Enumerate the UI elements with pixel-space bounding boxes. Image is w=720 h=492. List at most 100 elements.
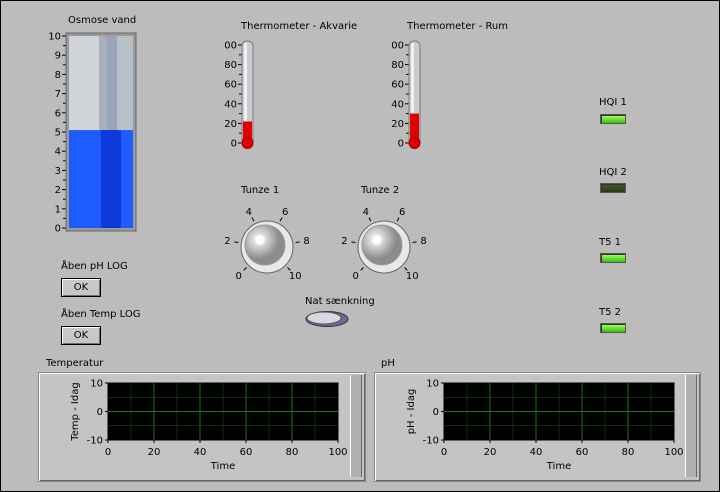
graph_ph-xtick-label: 100 — [664, 447, 683, 458]
graph_temp-xtick-label: 40 — [194, 447, 207, 458]
graph_ph-xtick-label: 80 — [622, 447, 635, 458]
thermo_rum-tick-label: 40 — [391, 99, 404, 110]
tunze2-tick — [396, 217, 400, 222]
graph_ph-xtick-label: 60 — [576, 447, 589, 458]
thermo_akvarie-tick-label: 60 — [224, 80, 237, 91]
osmose-tick-label: 2 — [55, 185, 61, 196]
thermo-akvarie: 100 80 60 40 20 0 — [223, 40, 254, 150]
graph_ph-ytick-label: 0 — [433, 407, 439, 418]
graph_temp-xtick-label: 20 — [148, 447, 161, 458]
osmose-title: Osmose vand — [68, 15, 137, 26]
tunze2-tick-label: 2 — [341, 236, 347, 247]
graph-ph-title: pH — [381, 358, 395, 369]
tunze1-knob[interactable]: 0 2 4 6 8 10 — [217, 201, 317, 293]
graph_ph-ylabel: pH - Idag — [406, 389, 417, 435]
thermo_akvarie-tick-label: 80 — [224, 60, 237, 71]
graph-ph-plot: 100-100 20 40 60 80 100TimepH - Idag — [406, 379, 684, 473]
ph-log-label: Åben pH LOG — [61, 261, 128, 272]
temp-log-button[interactable]: OK — [61, 326, 101, 345]
osmose-tick-label: 9 — [55, 51, 61, 62]
tunze2-title: Tunze 2 — [361, 185, 400, 196]
tunze1-title: Tunze 1 — [241, 185, 280, 196]
thermo_akvarie-tick-label: 100 — [223, 41, 237, 52]
thermo-rum-scale: 100 80 60 40 20 0 — [390, 41, 409, 150]
nat-label: Nat sænkning — [305, 296, 375, 307]
tunze1-tick — [279, 217, 283, 222]
thermo-akvarie-title: Thermometer - Akvarie — [241, 21, 358, 32]
tunze1-tick-label: 0 — [236, 271, 242, 282]
thermo_rum-tick-label: 80 — [391, 60, 404, 71]
tunze2-tick-label: 4 — [363, 207, 369, 218]
led-t5-1 — [600, 253, 626, 263]
thermo_rum-tick-label: 20 — [391, 119, 404, 130]
graph_ph-xlabel: Time — [546, 461, 571, 472]
graph_temp-xtick-label: 80 — [286, 447, 299, 458]
osmose-tank: 109876543210 — [48, 32, 137, 235]
graph_ph-xtick-label: 0 — [441, 447, 447, 458]
osmose-tick-label: 6 — [55, 108, 61, 119]
osmose-scale: 109876543210 — [48, 32, 66, 235]
graph_temp-ytick-label: 10 — [90, 379, 103, 390]
thermo_rum-tick-label: 60 — [391, 80, 404, 91]
osmose-tick-label: 8 — [55, 70, 61, 81]
led-hqi1 — [600, 114, 626, 124]
tunze2-tick-label: 0 — [353, 271, 359, 282]
thermo_akvarie-tick-label: 20 — [224, 119, 237, 130]
led-t5-2 — [600, 323, 626, 333]
nat-toggle[interactable] — [305, 310, 353, 328]
thermo-rum: 100 80 60 40 20 0 — [390, 40, 421, 150]
graph-temp-title: Temperatur — [46, 358, 104, 369]
led-label-hqi1: HQI 1 — [599, 97, 627, 108]
tunze1-tick-label: 10 — [289, 271, 302, 282]
tunze1-tick-label: 2 — [224, 236, 230, 247]
graph_temp-ytick-label: 0 — [97, 407, 103, 418]
graph-temp-plot: 100-100 20 40 60 80 100TimeTemp - Idag — [70, 379, 348, 473]
graph_temp-ylabel: Temp - Idag — [70, 382, 81, 441]
thermo_rum-tick-label: 0 — [398, 139, 404, 150]
osmose-tick-label: 3 — [55, 166, 61, 177]
graph_ph-xtick-label: 20 — [484, 447, 497, 458]
thermo-akvarie-scale: 100 80 60 40 20 0 — [223, 41, 242, 150]
led-label-t5-2: T5 2 — [599, 307, 622, 318]
thermo-rum-title: Thermometer - Rum — [407, 21, 509, 32]
graph-ph-scroll-grip[interactable] — [685, 375, 697, 477]
thermo_akvarie-tick-label: 0 — [231, 139, 237, 150]
tunze2-tick — [368, 217, 372, 222]
tunze2-tick — [412, 241, 417, 243]
graph_temp-xtick-label: 0 — [105, 447, 111, 458]
temp-log-label: Åben Temp LOG — [61, 309, 141, 320]
thermo_akvarie-tick-label: 40 — [224, 99, 237, 110]
tunze2-tick — [360, 267, 364, 271]
graph_temp-ytick-label: -10 — [87, 436, 103, 447]
osmose-tick-label: 7 — [55, 89, 61, 100]
tunze1-tick-label: 4 — [246, 207, 252, 218]
tunze2-tick-label: 6 — [399, 207, 405, 218]
osmose-tick-label: 0 — [55, 224, 61, 235]
graph_ph-xtick-label: 40 — [530, 447, 543, 458]
tunze2-tick-label: 10 — [406, 271, 419, 282]
osmose-tick-label: 1 — [55, 204, 61, 215]
osmose-fill-shade — [101, 130, 121, 228]
graph_temp-xtick-label: 60 — [240, 447, 253, 458]
tunze2-tick-label: 8 — [420, 236, 426, 247]
osmose-tick-label: 10 — [48, 32, 61, 43]
graph_ph-ytick-label: 10 — [426, 379, 439, 390]
tunze1-tick — [234, 241, 239, 243]
graph_temp-xtick-label: 100 — [328, 447, 347, 458]
tunze2-tick — [351, 241, 356, 243]
osmose-tick-label: 4 — [55, 147, 61, 158]
tunze1-tick — [295, 241, 300, 243]
tunze1-tick-label: 8 — [303, 236, 309, 247]
tunze1-tick-label: 6 — [282, 207, 288, 218]
front-panel: Osmose vand 10 9 8 7 6 5 4 3 2 1 0 Thermometer - A… — [0, 0, 720, 492]
graph_ph-ytick-label: -10 — [423, 436, 439, 447]
tunze2-knob[interactable]: 0 2 4 6 8 10 — [334, 201, 434, 293]
tunze1-tick — [251, 217, 255, 222]
thermo_rum-tick-label: 100 — [390, 41, 404, 52]
led-label-t5-1: T5 1 — [599, 237, 622, 248]
ph-log-button[interactable]: OK — [61, 278, 101, 297]
led-label-hqi2: HQI 2 — [599, 167, 627, 178]
led-hqi2 — [600, 183, 626, 193]
graph-temp-scroll-grip[interactable] — [350, 375, 362, 477]
tunze1-tick — [243, 267, 247, 271]
